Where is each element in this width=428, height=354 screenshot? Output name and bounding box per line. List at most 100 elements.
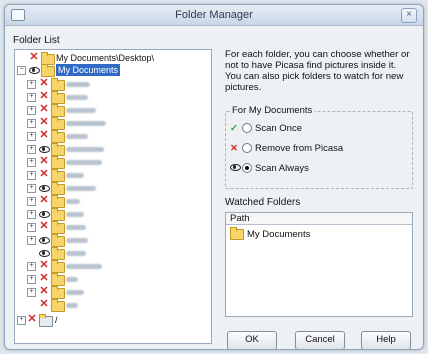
redacted-label [66, 290, 84, 295]
redacted-label [66, 95, 88, 100]
folder-icon [41, 64, 55, 77]
tree-node-last[interactable]: + ✕ / [15, 314, 211, 327]
redacted-label [66, 303, 78, 308]
tree-node-root[interactable]: ✕ My Documents\Desktop\ [15, 52, 211, 65]
x-icon[interactable]: ✕ [39, 299, 49, 310]
redacted-label [66, 147, 104, 152]
option-scan-once[interactable]: ✓ Scan Once [230, 122, 302, 136]
expand-icon[interactable]: + [27, 132, 36, 141]
cancel-button[interactable]: Cancel [295, 331, 345, 349]
folder-icon [51, 195, 65, 208]
path-column-header[interactable]: Path [226, 213, 412, 225]
ok-button[interactable]: OK [227, 331, 277, 349]
tree-node[interactable]: + ✕ [15, 273, 211, 286]
drive-icon [39, 314, 53, 327]
x-icon[interactable]: ✕ [39, 91, 49, 102]
check-icon: ✓ [230, 123, 238, 134]
tree-node[interactable]: + ✕ [15, 91, 211, 104]
tree-node[interactable]: + ✕ [15, 104, 211, 117]
expand-icon[interactable]: + [27, 80, 36, 89]
radio-scan-always[interactable] [242, 163, 252, 174]
expand-icon[interactable]: + [27, 145, 36, 154]
x-icon[interactable]: ✕ [39, 78, 49, 89]
redacted-label [66, 82, 90, 87]
x-icon[interactable]: ✕ [39, 169, 49, 180]
expand-icon[interactable]: + [27, 184, 36, 193]
eye-icon[interactable] [39, 249, 50, 257]
expand-icon[interactable]: + [27, 106, 36, 115]
x-icon[interactable]: ✕ [39, 156, 49, 167]
x-icon[interactable]: ✕ [39, 195, 49, 206]
eye-icon[interactable] [29, 66, 40, 74]
folder-icon [51, 208, 65, 221]
help-button[interactable]: Help [361, 331, 411, 349]
folder-icon [51, 273, 65, 286]
expand-icon[interactable]: + [27, 223, 36, 232]
eye-icon[interactable] [39, 145, 50, 153]
redacted-label [66, 186, 96, 191]
x-icon[interactable]: ✕ [39, 104, 49, 115]
tree-node-my-documents[interactable]: − My Documents [15, 64, 211, 77]
tree-node[interactable]: + ✕ [15, 286, 211, 299]
expand-icon[interactable]: + [27, 158, 36, 167]
option-scan-always[interactable]: Scan Always [230, 162, 309, 176]
folder-icon [230, 227, 244, 240]
expand-icon[interactable]: + [27, 171, 36, 180]
eye-icon[interactable] [39, 210, 50, 218]
expand-icon[interactable]: + [27, 288, 36, 297]
radio-remove[interactable] [242, 143, 252, 154]
collapse-icon[interactable]: − [17, 66, 26, 75]
tree-node[interactable]: + ✕ [15, 169, 211, 182]
x-icon[interactable]: ✕ [39, 260, 49, 271]
x-icon[interactable]: ✕ [39, 130, 49, 141]
x-icon[interactable]: ✕ [39, 117, 49, 128]
x-icon[interactable]: ✕ [39, 286, 49, 297]
expand-icon[interactable]: + [17, 316, 26, 325]
x-icon[interactable]: ✕ [39, 273, 49, 284]
watched-folders-list[interactable]: Path My Documents [225, 212, 413, 317]
redacted-label [66, 199, 80, 204]
expand-icon[interactable]: + [27, 210, 36, 219]
expand-icon[interactable]: + [27, 236, 36, 245]
tree-node[interactable] [15, 247, 211, 260]
expand-icon[interactable]: + [27, 93, 36, 102]
tree-node[interactable]: + ✕ [15, 117, 211, 130]
option-remove[interactable]: ✕ Remove from Picasa [230, 142, 343, 156]
tree-node-label: My Documents\Desktop\ [56, 53, 155, 63]
folder-icon [51, 156, 65, 169]
folder-icon [51, 221, 65, 234]
tree-node-label: / [55, 315, 58, 325]
tree-node[interactable]: + [15, 143, 211, 156]
close-icon[interactable]: × [401, 8, 417, 23]
tree-node[interactable]: + ✕ [15, 130, 211, 143]
eye-icon[interactable] [39, 236, 50, 244]
list-item[interactable]: My Documents [230, 227, 310, 241]
option-label: Remove from Picasa [255, 143, 344, 154]
expand-icon[interactable]: + [27, 119, 36, 128]
tree-node[interactable]: + ✕ [15, 221, 211, 234]
eye-icon [230, 164, 242, 172]
x-icon: ✕ [230, 143, 238, 154]
expand-icon[interactable]: + [27, 197, 36, 206]
tree-node[interactable]: + [15, 182, 211, 195]
expand-icon[interactable]: + [27, 262, 36, 271]
tree-node[interactable]: + ✕ [15, 260, 211, 273]
x-icon[interactable]: ✕ [39, 221, 49, 232]
folder-icon [51, 260, 65, 273]
window-title: Folder Manager [175, 9, 253, 21]
x-icon[interactable]: ✕ [29, 52, 39, 63]
tree-node[interactable]: + ✕ [15, 156, 211, 169]
folder-icon [51, 143, 65, 156]
tree-node[interactable]: + ✕ [15, 78, 211, 91]
x-icon[interactable]: ✕ [27, 314, 37, 325]
expand-icon[interactable]: + [27, 275, 36, 284]
tree-node[interactable]: + ✕ [15, 195, 211, 208]
folder-tree[interactable]: ✕ My Documents\Desktop\ − My Documents +… [14, 49, 212, 344]
tree-node[interactable]: + [15, 234, 211, 247]
tree-node[interactable]: ✕ [15, 299, 211, 312]
radio-scan-once[interactable] [242, 123, 252, 134]
eye-icon[interactable] [39, 184, 50, 192]
tree-node[interactable]: + [15, 208, 211, 221]
redacted-label [66, 121, 106, 126]
description-text: For each folder, you can choose whether … [225, 49, 410, 93]
